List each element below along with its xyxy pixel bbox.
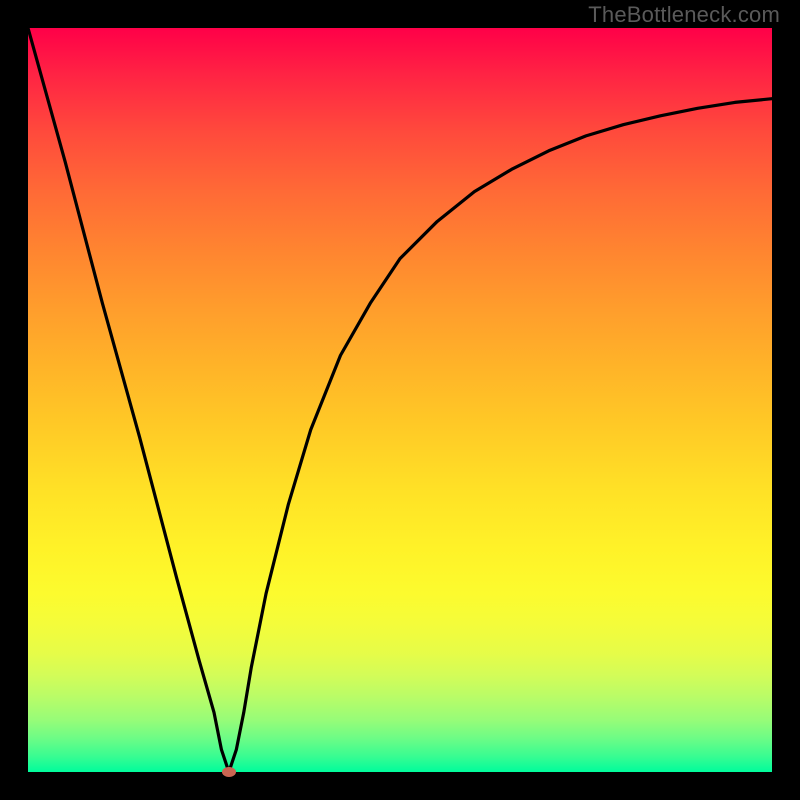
watermark-text: TheBottleneck.com xyxy=(588,2,780,28)
minimum-marker xyxy=(222,767,236,777)
chart-container: TheBottleneck.com xyxy=(0,0,800,800)
plot-area xyxy=(28,28,772,772)
bottleneck-curve xyxy=(28,28,772,772)
